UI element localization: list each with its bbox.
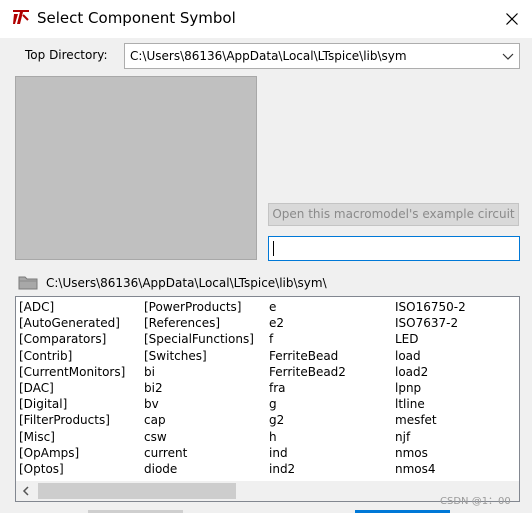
list-item[interactable]: fra xyxy=(269,380,346,396)
list-item[interactable]: [Comparators] xyxy=(19,331,125,347)
current-path-label: C:\Users\86136\AppData\Local\LTspice\lib… xyxy=(46,276,327,290)
list-item[interactable]: [FilterProducts] xyxy=(19,412,125,428)
list-item[interactable]: LED xyxy=(395,331,466,347)
list-item[interactable]: load2 xyxy=(395,364,466,380)
watermark: CSDN @1：00 xyxy=(440,496,511,507)
list-item[interactable]: bi xyxy=(144,364,254,380)
list-item[interactable]: mesfet xyxy=(395,412,466,428)
chevron-left-icon xyxy=(22,486,29,496)
list-item[interactable]: g2 xyxy=(269,412,346,428)
list-item[interactable]: diode xyxy=(144,461,254,477)
scroll-thumb[interactable] xyxy=(38,483,236,499)
list-item[interactable]: ind xyxy=(269,445,346,461)
list-item[interactable]: cap xyxy=(144,412,254,428)
list-column: [PowerProducts] [References] [SpecialFun… xyxy=(144,299,254,477)
close-icon xyxy=(506,13,518,25)
list-item[interactable]: njf xyxy=(395,429,466,445)
list-item[interactable]: h xyxy=(269,429,346,445)
list-item[interactable]: load xyxy=(395,348,466,364)
list-column: e e2 f FerriteBead FerriteBead2 fra g g2… xyxy=(269,299,346,477)
list-item[interactable]: ltline xyxy=(395,396,466,412)
top-directory-label: Top Directory: xyxy=(25,48,108,62)
list-item[interactable]: [SpecialFunctions] xyxy=(144,331,254,347)
list-item[interactable]: ind2 xyxy=(269,461,346,477)
list-item[interactable]: e2 xyxy=(269,315,346,331)
list-item[interactable]: [CurrentMonitors] xyxy=(19,364,125,380)
search-input[interactable] xyxy=(268,236,520,261)
list-column: [ADC] [AutoGenerated] [Comparators] [Con… xyxy=(19,299,125,477)
ltspice-logo-icon xyxy=(11,8,31,26)
list-item[interactable]: [Optos] xyxy=(19,461,125,477)
list-item[interactable]: f xyxy=(269,331,346,347)
list-item[interactable]: FerriteBead2 xyxy=(269,364,346,380)
list-item[interactable]: csw xyxy=(144,429,254,445)
list-item[interactable]: [PowerProducts] xyxy=(144,299,254,315)
list-item[interactable]: ISO16750-2 xyxy=(395,299,466,315)
list-item[interactable]: [Switches] xyxy=(144,348,254,364)
list-item[interactable]: [References] xyxy=(144,315,254,331)
list-item[interactable]: bv xyxy=(144,396,254,412)
list-item[interactable]: [Contrib] xyxy=(19,348,125,364)
list-item[interactable]: nmos xyxy=(395,445,466,461)
list-item[interactable]: [DAC] xyxy=(19,380,125,396)
top-directory-value: C:\Users\86136\AppData\Local\LTspice\lib… xyxy=(130,49,407,63)
list-item[interactable]: [Digital] xyxy=(19,396,125,412)
scroll-left-button[interactable] xyxy=(16,481,36,501)
list-item[interactable]: e xyxy=(269,299,346,315)
list-item[interactable]: lpnp xyxy=(395,380,466,396)
list-item[interactable]: [ADC] xyxy=(19,299,125,315)
symbol-list[interactable]: [ADC] [AutoGenerated] [Comparators] [Con… xyxy=(15,296,520,502)
list-item[interactable]: g xyxy=(269,396,346,412)
list-item[interactable]: [AutoGenerated] xyxy=(19,315,125,331)
title-bar: Select Component Symbol xyxy=(0,0,532,38)
list-item[interactable]: ISO7637-2 xyxy=(395,315,466,331)
close-button[interactable] xyxy=(492,0,532,38)
open-example-circuit-button[interactable]: Open this macromodel's example circuit xyxy=(268,203,519,226)
list-item[interactable]: nmos4 xyxy=(395,461,466,477)
text-caret xyxy=(273,241,274,256)
chevron-down-icon xyxy=(502,53,514,60)
window-title: Select Component Symbol xyxy=(37,9,236,27)
list-item[interactable]: [Misc] xyxy=(19,429,125,445)
list-column: ISO16750-2 ISO7637-2 LED load load2 lpnp… xyxy=(395,299,466,477)
symbol-preview xyxy=(15,76,257,260)
list-item[interactable]: FerriteBead xyxy=(269,348,346,364)
list-item[interactable]: [OpAmps] xyxy=(19,445,125,461)
list-item[interactable]: bi2 xyxy=(144,380,254,396)
top-directory-select[interactable]: C:\Users\86136\AppData\Local\LTspice\lib… xyxy=(124,43,520,69)
folder-icon xyxy=(18,276,38,290)
list-item[interactable]: current xyxy=(144,445,254,461)
